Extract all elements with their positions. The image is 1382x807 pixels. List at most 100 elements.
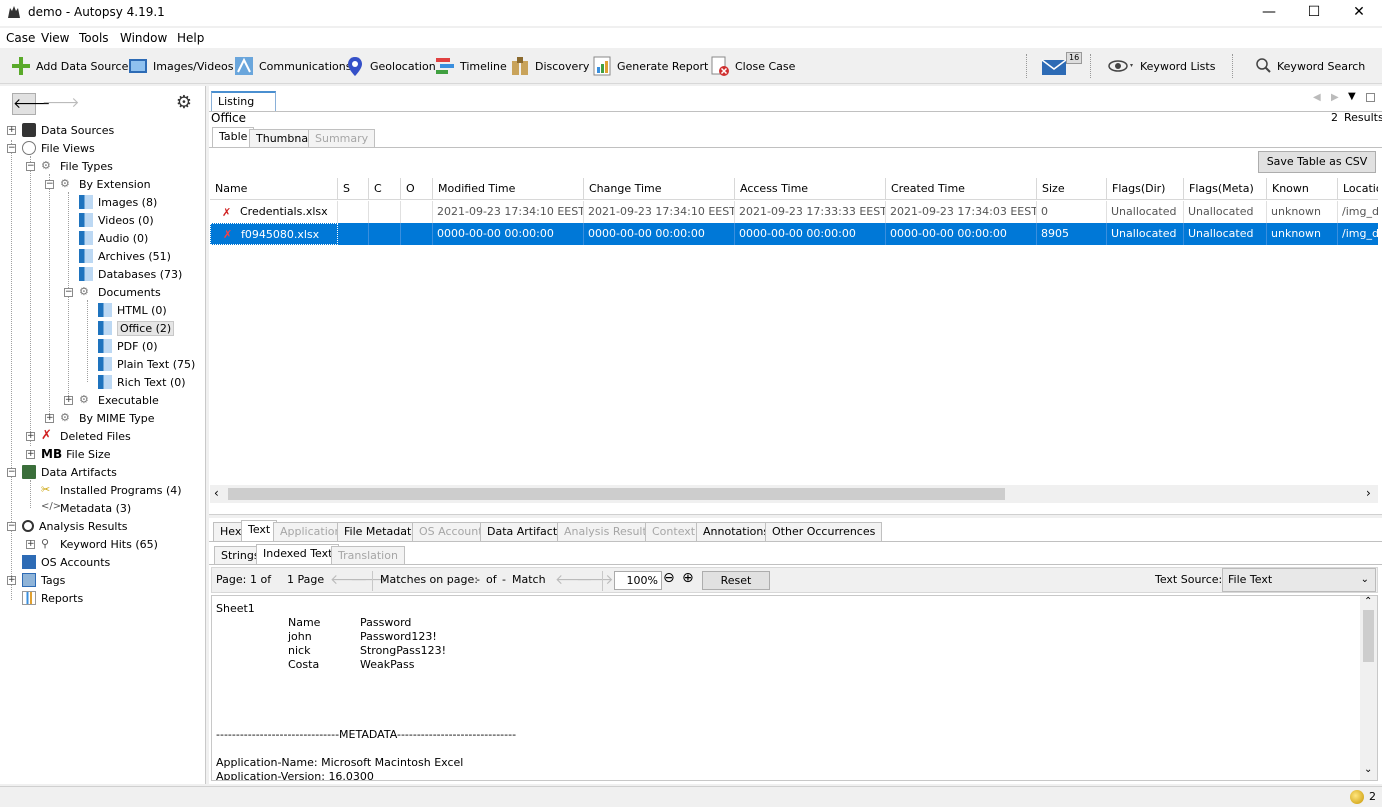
- tree-rich-text[interactable]: Rich Text (0): [98, 373, 186, 391]
- tree-plain-text[interactable]: Plain Text (75): [98, 355, 195, 373]
- tree-databases[interactable]: Databases (73): [79, 265, 182, 283]
- menu-window[interactable]: Window: [120, 31, 167, 45]
- column-header-flags-dir[interactable]: Flags(Dir): [1107, 178, 1184, 200]
- column-header-change[interactable]: Change Time: [584, 178, 735, 200]
- menu-view[interactable]: View: [41, 31, 69, 45]
- column-header-known[interactable]: Known: [1267, 178, 1338, 200]
- keyword-lists-button[interactable]: Keyword Lists: [1108, 52, 1215, 80]
- save-table-csv-button[interactable]: Save Table as CSV: [1258, 151, 1376, 173]
- column-header-c[interactable]: C: [369, 178, 401, 200]
- discovery-button[interactable]: Discovery: [509, 52, 589, 80]
- collapse-toggle[interactable]: −: [64, 288, 73, 297]
- expand-toggle[interactable]: +: [26, 432, 35, 441]
- tree-os-accounts[interactable]: OS Accounts: [22, 553, 110, 571]
- collapse-toggle[interactable]: −: [7, 522, 16, 531]
- tree-audio[interactable]: Audio (0): [79, 229, 148, 247]
- gear-icon[interactable]: ⚙: [172, 93, 196, 115]
- minimize-button[interactable]: —: [1246, 0, 1292, 26]
- tree-documents[interactable]: ⚙ Documents: [79, 283, 161, 301]
- notification-bulb-icon[interactable]: [1350, 790, 1364, 804]
- column-header-access[interactable]: Access Time: [735, 178, 886, 200]
- column-header-size[interactable]: Size: [1037, 178, 1107, 200]
- scroll-down-icon[interactable]: ⌄: [1364, 764, 1372, 775]
- maximize-pane-icon[interactable]: [1366, 93, 1375, 102]
- reset-zoom-button[interactable]: Reset: [702, 571, 770, 590]
- images-videos-button[interactable]: Images/Videos: [127, 52, 233, 80]
- column-header-s[interactable]: S: [338, 178, 369, 200]
- communications-button[interactable]: Communications: [233, 52, 351, 80]
- column-header-modified[interactable]: Modified Time: [433, 178, 584, 200]
- tree-by-mime[interactable]: ⚙ By MIME Type: [60, 409, 155, 427]
- tree-tags[interactable]: Tags: [22, 571, 65, 589]
- tree-archives[interactable]: Archives (51): [79, 247, 171, 265]
- column-header-o[interactable]: O: [401, 178, 433, 200]
- zoom-out-icon[interactable]: ⊖: [663, 570, 675, 586]
- text-content-area[interactable]: Sheet1 Name Password john Password123! n…: [211, 595, 1378, 781]
- tree-reports[interactable]: Reports: [22, 589, 83, 607]
- column-header-name[interactable]: Name: [210, 178, 338, 200]
- add-data-source-button[interactable]: Add Data Source: [10, 52, 128, 80]
- expand-toggle[interactable]: +: [7, 576, 16, 585]
- tab-menu-icon[interactable]: ▼: [1348, 91, 1356, 102]
- expand-toggle[interactable]: +: [26, 540, 35, 549]
- column-header-location[interactable]: Location: [1338, 178, 1378, 200]
- tree-keyword-hits[interactable]: ⚲ Keyword Hits (65): [41, 535, 158, 553]
- tree-data-artifacts[interactable]: Data Artifacts: [22, 463, 117, 481]
- scroll-left-icon[interactable]: ‹: [214, 486, 219, 500]
- tree-videos[interactable]: Videos (0): [79, 211, 154, 229]
- keyword-search-button[interactable]: Keyword Search: [1255, 52, 1365, 80]
- close-case-button[interactable]: Close Case: [709, 52, 795, 80]
- tree-html[interactable]: HTML (0): [98, 301, 167, 319]
- expand-toggle[interactable]: +: [45, 414, 54, 423]
- tree-by-extension[interactable]: ⚙ By Extension: [60, 175, 151, 193]
- tree-images[interactable]: Images (8): [79, 193, 157, 211]
- column-header-flags-meta[interactable]: Flags(Meta): [1184, 178, 1267, 200]
- zoom-in-icon[interactable]: ⊕: [682, 570, 694, 586]
- tree-installed-programs[interactable]: ✂ Installed Programs (4): [41, 481, 182, 499]
- tab-listing[interactable]: Listing: [211, 91, 276, 111]
- tree-pdf[interactable]: PDF (0): [98, 337, 158, 355]
- tree-file-types[interactable]: ⚙ File Types: [41, 157, 113, 175]
- splitter[interactable]: [209, 514, 1382, 518]
- tree-analysis-results[interactable]: Analysis Results: [22, 517, 128, 535]
- collapse-toggle[interactable]: −: [7, 468, 16, 477]
- expand-toggle[interactable]: +: [64, 396, 73, 405]
- expand-toggle[interactable]: +: [7, 126, 16, 135]
- geolocation-button[interactable]: Geolocation: [344, 52, 436, 80]
- next-match-icon[interactable]: 🡒: [576, 571, 614, 588]
- tree-office[interactable]: Office (2): [98, 319, 175, 337]
- horizontal-scrollbar[interactable]: ‹ ›: [210, 485, 1378, 503]
- menu-tools[interactable]: Tools: [79, 31, 109, 45]
- timeline-button[interactable]: Timeline: [434, 52, 507, 80]
- back-button[interactable]: 🡐: [12, 93, 51, 115]
- tab-other-occurrences[interactable]: Other Occurrences: [765, 522, 883, 541]
- forward-button[interactable]: 🡒: [42, 93, 80, 115]
- tree-metadata[interactable]: </> Metadata (3): [41, 499, 131, 517]
- tree-file-size[interactable]: MB File Size: [41, 445, 111, 463]
- scrollbar-thumb[interactable]: [1363, 610, 1374, 662]
- tree-file-views[interactable]: File Views: [22, 139, 95, 157]
- collapse-toggle[interactable]: −: [45, 180, 54, 189]
- tree-executable[interactable]: ⚙ Executable: [79, 391, 159, 409]
- tab-indexed-text[interactable]: Indexed Text: [256, 544, 340, 564]
- collapse-toggle[interactable]: −: [7, 144, 16, 153]
- tab-text[interactable]: Text: [241, 520, 278, 541]
- text-source-select[interactable]: File Text ⌄: [1222, 568, 1376, 592]
- column-header-created[interactable]: Created Time: [886, 178, 1037, 200]
- prev-tab-icon[interactable]: ◀: [1313, 92, 1321, 103]
- notifications-mail-button[interactable]: 16: [1040, 52, 1083, 80]
- expand-toggle[interactable]: +: [26, 450, 35, 459]
- menu-case[interactable]: Case: [6, 31, 35, 45]
- scroll-right-icon[interactable]: ›: [1366, 486, 1371, 500]
- maximize-button[interactable]: ☐: [1291, 0, 1337, 26]
- zoom-field[interactable]: 100%: [614, 571, 662, 590]
- tree-deleted-files[interactable]: ✗ Deleted Files: [41, 427, 131, 445]
- close-window-button[interactable]: ✕: [1336, 0, 1382, 26]
- generate-report-button[interactable]: Generate Report: [591, 52, 708, 80]
- scrollbar-thumb[interactable]: [228, 488, 1005, 500]
- tree-data-sources[interactable]: Data Sources: [22, 121, 114, 139]
- collapse-toggle[interactable]: −: [26, 162, 35, 171]
- vertical-scrollbar[interactable]: ⌃ ⌄: [1360, 596, 1377, 780]
- next-tab-icon[interactable]: ▶: [1331, 92, 1339, 103]
- menu-help[interactable]: Help: [177, 31, 204, 45]
